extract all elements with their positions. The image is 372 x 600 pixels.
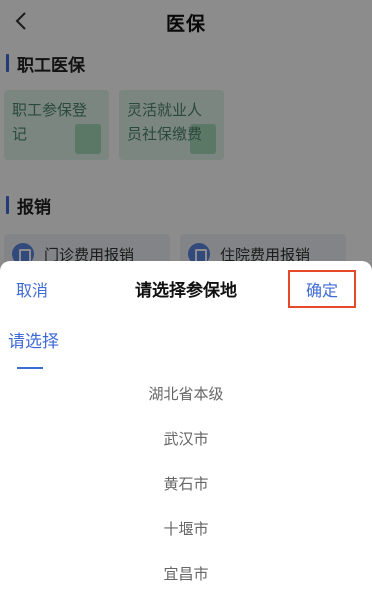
active-tab-indicator <box>17 367 43 369</box>
option-item[interactable]: 武汉市 <box>0 416 372 461</box>
option-item[interactable]: 十堰市 <box>0 506 372 551</box>
card-label: 职工参保登记 <box>12 101 88 143</box>
option-item[interactable]: 宜昌市 <box>0 551 372 596</box>
option-item[interactable]: 黄石市 <box>0 461 372 506</box>
option-list: 湖北省本级 武汉市 黄石市 十堰市 宜昌市 <box>0 371 372 596</box>
picker-tabs: 请选择 <box>0 316 372 371</box>
tab-please-select[interactable]: 请选择 <box>8 316 59 368</box>
region-picker-sheet: 取消 请选择参保地 确定 请选择 湖北省本级 武汉市 黄石市 十堰市 宜昌市 <box>0 261 372 600</box>
card-label: 灵活就业人员社保缴费 <box>127 101 203 143</box>
option-item[interactable]: 湖北省本级 <box>0 371 372 416</box>
confirm-button[interactable]: 确定 <box>288 269 356 308</box>
picker-header: 取消 请选择参保地 确定 <box>0 261 372 316</box>
cancel-button[interactable]: 取消 <box>0 261 48 316</box>
